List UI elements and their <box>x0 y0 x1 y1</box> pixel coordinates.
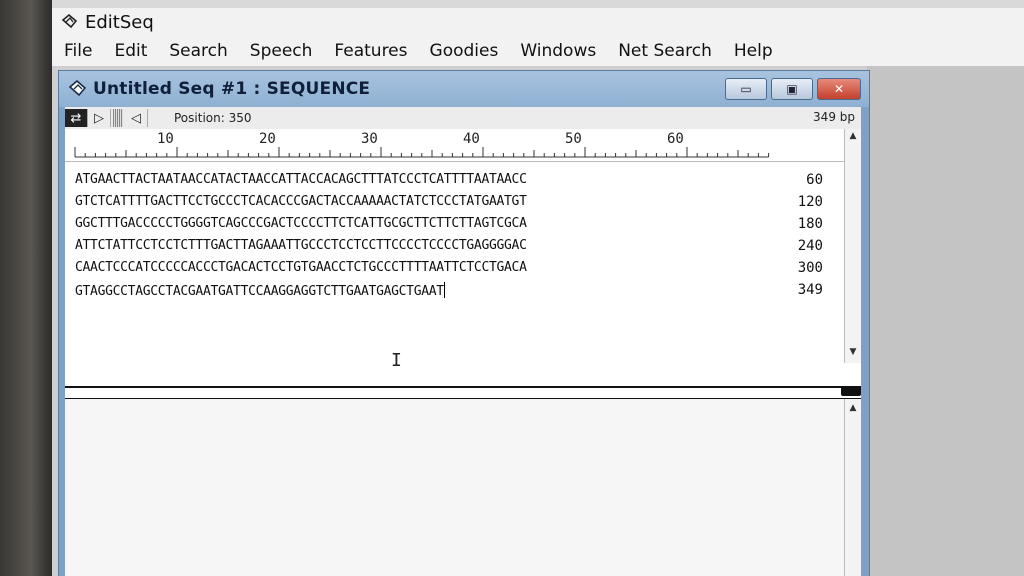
lower-vertical-scrollbar[interactable]: ▲ <box>844 399 861 576</box>
sequence-line: GGCTTTGACCCCCTGGGGTCAGCCCGACTCCCCTTCTCAT… <box>75 216 527 231</box>
window-controls: ▭ ▣ ✕ <box>725 78 861 100</box>
app-title: EditSeq <box>85 11 154 33</box>
text-caret <box>443 282 445 298</box>
mdi-background-right <box>867 66 1024 576</box>
monitor-bezel-left <box>0 0 52 576</box>
sequence-window: Untitled Seq #1 : SEQUENCE ▭ ▣ ✕ ⇄ ▷ ◁ P… <box>58 70 870 576</box>
sequence-line-last: GTAGGCCTAGCCTACGAATGATTCCAAGGAGGTCTTGAAT… <box>75 282 445 299</box>
play-reverse-icon: ◁ <box>131 110 141 126</box>
strand-toggle-button[interactable]: ⇄ <box>65 109 88 127</box>
scroll-up-icon[interactable]: ▲ <box>845 403 861 417</box>
app-titlebar: EditSeq <box>52 8 1024 36</box>
ruler-label: 40 <box>463 131 480 147</box>
sequence-window-titlebar[interactable]: Untitled Seq #1 : SEQUENCE ▭ ▣ ✕ <box>59 71 869 107</box>
ibeam-cursor-icon: I <box>391 350 402 371</box>
menu-edit[interactable]: Edit <box>102 41 157 61</box>
menu-file[interactable]: File <box>52 41 102 61</box>
ruler-label: 20 <box>259 131 276 147</box>
sequence-line-count: 180 <box>797 216 823 232</box>
upper-vertical-scrollbar[interactable]: ▲ ▼ <box>844 129 861 363</box>
ruler-label: 60 <box>667 131 684 147</box>
scroll-up-icon[interactable]: ▲ <box>845 131 861 145</box>
minimize-icon: ▭ <box>740 82 752 96</box>
sequence-line: CAACTCCCATCCCCCACCCTGACACTCCTGTGAACCTCTG… <box>75 260 527 275</box>
minimize-button[interactable]: ▭ <box>725 78 767 100</box>
sequence-length: 349 bp <box>813 110 855 124</box>
sequence-line: GTAGGCCTAGCCTACGAATGATTCCAAGGAGGTCTTGAAT… <box>75 284 444 299</box>
close-button[interactable]: ✕ <box>817 78 861 100</box>
maximize-button[interactable]: ▣ <box>771 78 813 100</box>
ruler-label: 30 <box>361 131 378 147</box>
menu-search[interactable]: Search <box>157 41 237 61</box>
sequence-line-count: 349 <box>797 282 823 298</box>
sequence-window-client: ⇄ ▷ ◁ Position: 350 349 bp 10 20 30 40 5… <box>65 107 861 576</box>
play-forward-icon: ▷ <box>94 110 104 126</box>
double-strand-icon: ⇄ <box>70 110 82 126</box>
editseq-app-icon <box>60 12 80 32</box>
maximize-icon: ▣ <box>786 82 798 96</box>
sequence-line-count: 300 <box>797 260 823 276</box>
forward-button[interactable]: ▷ <box>88 109 111 127</box>
sequence-line: ATTCTATTCCTCCTCTTTGACTTAGAAATTGCCCTCCTCC… <box>75 238 527 253</box>
sequence-doc-icon <box>67 78 89 100</box>
splitter-handle[interactable] <box>841 386 861 396</box>
ruler-label: 50 <box>565 131 582 147</box>
sequence-toolbar: ⇄ ▷ ◁ Position: 350 349 bp <box>65 107 861 130</box>
position-indicator: Position: 350 <box>174 111 252 125</box>
sequence-text-area[interactable]: ATGAACTTACTAATAACCATACTAACCATTACCACAGCTT… <box>65 162 847 386</box>
menu-help[interactable]: Help <box>722 41 783 61</box>
scroll-down-icon[interactable]: ▼ <box>845 347 861 361</box>
sequence-line-count: 120 <box>797 194 823 210</box>
screen: EditSeq File Edit Search Speech Features… <box>52 0 1024 576</box>
toolbar-grip <box>113 109 123 127</box>
sequence-line-count: 240 <box>797 238 823 254</box>
sequence-line-count: 60 <box>806 172 823 188</box>
ruler-label: 10 <box>157 131 174 147</box>
menu-features[interactable]: Features <box>322 41 417 61</box>
menu-net-search[interactable]: Net Search <box>606 41 722 61</box>
sequence-window-title: Untitled Seq #1 : SEQUENCE <box>93 79 371 99</box>
menu-speech[interactable]: Speech <box>238 41 323 61</box>
menubar: File Edit Search Speech Features Goodies… <box>52 36 1024 66</box>
close-icon: ✕ <box>833 82 845 96</box>
sequence-line: GTCTCATTTTGACTTCCTGCCCTCACACCCGACTACCAAA… <box>75 194 527 209</box>
menu-windows[interactable]: Windows <box>508 41 606 61</box>
reverse-button[interactable]: ◁ <box>125 109 148 127</box>
sequence-ruler: 10 20 30 40 50 60 <box>65 129 847 162</box>
lower-pane[interactable] <box>65 399 847 576</box>
sequence-line: ATGAACTTACTAATAACCATACTAACCATTACCACAGCTT… <box>75 172 527 187</box>
menu-goodies[interactable]: Goodies <box>418 41 509 61</box>
ruler-ticks <box>74 147 770 158</box>
